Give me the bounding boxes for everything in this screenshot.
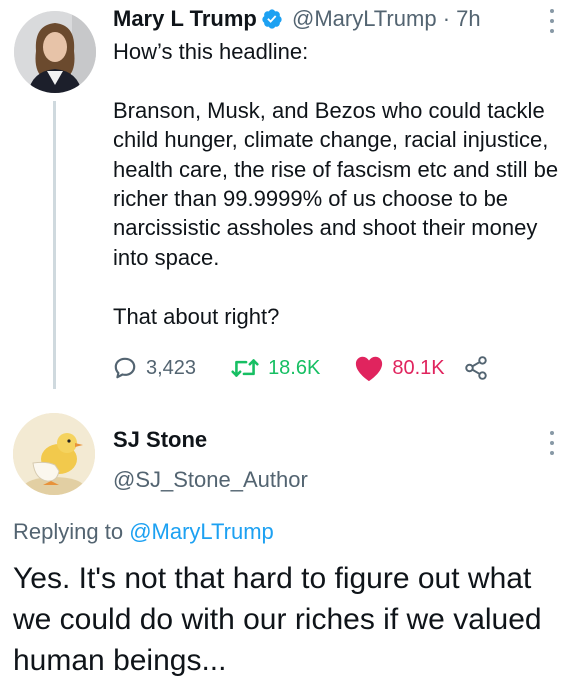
reply-button[interactable]: 3,423	[112, 355, 196, 381]
tweet-actions: 3,423 18.6K 80.1K	[112, 352, 489, 384]
retweet-button[interactable]: 18.6K	[230, 355, 320, 381]
author-name[interactable]: Mary L Trump	[113, 6, 257, 31]
heart-icon	[356, 356, 383, 382]
retweet-count: 18.6K	[268, 356, 321, 379]
replying-to-line: Replying to @MaryLTrump	[13, 519, 274, 545]
more-icon[interactable]	[549, 9, 555, 33]
author-avatar[interactable]	[14, 11, 96, 93]
verified-badge-icon	[261, 8, 283, 36]
tweet-timestamp[interactable]: 7h	[456, 6, 480, 31]
like-button[interactable]: 80.1K	[354, 354, 445, 382]
reply-icon	[114, 357, 136, 379]
like-count: 80.1K	[392, 356, 445, 379]
retweet-icon	[231, 359, 259, 377]
header-separator: ·	[442, 6, 451, 31]
tweet-header: Mary L Trump @MaryLTrump · 7h	[113, 6, 481, 36]
thread-connector-line	[53, 101, 56, 389]
avatar-photo	[14, 11, 96, 93]
replying-to-label: Replying to	[13, 519, 124, 544]
reply-author-name[interactable]: SJ Stone	[113, 427, 207, 453]
duckling-avatar-image	[13, 413, 95, 495]
tweet-text: How’s this headline: Branson, Musk, and …	[113, 39, 559, 329]
author-handle[interactable]: @MaryLTrump	[292, 6, 437, 31]
reply-author-avatar[interactable]	[13, 413, 95, 495]
share-button[interactable]	[463, 355, 489, 381]
reply-more-icon[interactable]	[549, 431, 555, 455]
share-icon	[464, 356, 487, 380]
reply-author-handle[interactable]: @SJ_Stone_Author	[113, 467, 308, 493]
reply-count: 3,423	[146, 356, 197, 379]
reply-tweet-text: Yes. It's not that hard to figure out wh…	[13, 562, 542, 677]
replying-to-mention[interactable]: @MaryLTrump	[129, 519, 274, 544]
